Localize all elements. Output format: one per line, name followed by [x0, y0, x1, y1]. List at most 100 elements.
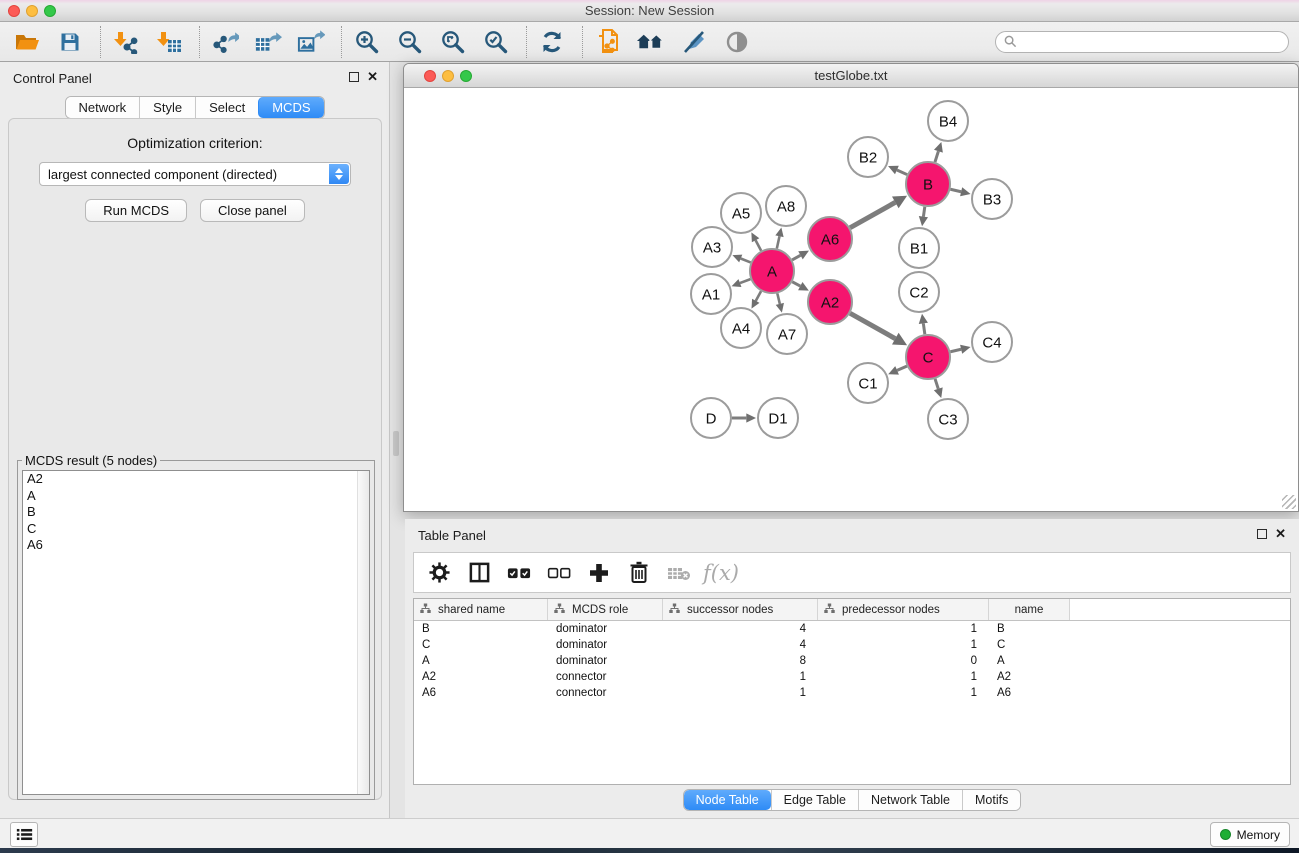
export-network-icon[interactable]: [210, 28, 239, 56]
import-table-icon[interactable]: [154, 28, 183, 56]
node-B3[interactable]: B3: [972, 179, 1012, 219]
node-D1[interactable]: D1: [758, 398, 798, 438]
open-folder-icon[interactable]: [12, 28, 41, 56]
edge-A-A1[interactable]: [732, 279, 751, 287]
add-column-icon[interactable]: [587, 561, 611, 585]
result-item[interactable]: C: [23, 521, 369, 538]
tab-style[interactable]: Style: [139, 97, 195, 118]
edge-A2-C[interactable]: [850, 313, 907, 345]
network-document-icon[interactable]: [593, 28, 622, 56]
node-B4[interactable]: B4: [928, 101, 968, 141]
tab-select[interactable]: Select: [195, 97, 258, 118]
column-header-MCDS-role[interactable]: MCDS role: [548, 599, 663, 620]
edge-C-C3[interactable]: [934, 379, 943, 398]
delete-column-icon[interactable]: [627, 561, 651, 585]
tab-node-table[interactable]: Node Table: [684, 790, 771, 810]
result-item[interactable]: A: [23, 488, 369, 505]
tab-network-table[interactable]: Network Table: [858, 790, 962, 810]
node-A2[interactable]: A2: [808, 280, 852, 324]
zoom-in-icon[interactable]: [352, 28, 381, 56]
edge-A-A6[interactable]: [792, 251, 809, 260]
result-item[interactable]: A6: [23, 537, 369, 554]
node-A1[interactable]: A1: [691, 274, 731, 314]
node-A3[interactable]: A3: [692, 227, 732, 267]
edge-D-D1[interactable]: [732, 413, 756, 422]
edge-A-A7[interactable]: [776, 293, 784, 312]
optimization-criterion-select[interactable]: largest connected component (directed): [39, 162, 351, 186]
deselect-all-icon[interactable]: [547, 561, 571, 585]
memory-button[interactable]: Memory: [1210, 822, 1290, 847]
show-graphics-icon[interactable]: [722, 28, 751, 56]
edge-A6-B[interactable]: [850, 196, 907, 228]
edge-B-B1[interactable]: [919, 207, 928, 226]
export-table-icon[interactable]: [253, 28, 282, 56]
table-settings-icon[interactable]: [427, 561, 451, 585]
result-item[interactable]: A2: [23, 471, 369, 488]
tab-network[interactable]: Network: [65, 97, 139, 118]
node-C4[interactable]: C4: [972, 322, 1012, 362]
network-canvas[interactable]: B4 B2 B B3 A5A8A6 B1 A3 A C2 A1 A2 A4A7 C4 C C1 C3 D D1: [404, 88, 1298, 511]
table-row[interactable]: A6connector11A6: [414, 685, 1290, 701]
edge-A-A2[interactable]: [792, 282, 809, 291]
tab-edge-table[interactable]: Edge Table: [771, 790, 858, 810]
close-panel-icon[interactable]: ✕: [367, 69, 378, 85]
table-row[interactable]: Cdominator41C: [414, 637, 1290, 653]
edge-A-A5[interactable]: [751, 232, 761, 250]
close-panel-button[interactable]: Close panel: [200, 199, 305, 222]
node-A4[interactable]: A4: [721, 308, 761, 348]
home-icon[interactable]: [636, 28, 665, 56]
mcds-result-list[interactable]: A2ABCA6: [22, 470, 370, 795]
node-C1[interactable]: C1: [848, 363, 888, 403]
zoom-out-icon[interactable]: [395, 28, 424, 56]
edge-C-C2[interactable]: [919, 314, 928, 334]
table-row[interactable]: Adominator80A: [414, 653, 1290, 669]
network-window-titlebar[interactable]: testGlobe.txt: [404, 64, 1298, 88]
tab-motifs[interactable]: Motifs: [962, 790, 1020, 810]
result-item[interactable]: B: [23, 504, 369, 521]
save-session-icon[interactable]: [55, 28, 84, 56]
node-A7[interactable]: A7: [767, 314, 807, 354]
table-float-panel-icon[interactable]: [1257, 529, 1267, 539]
run-mcds-button[interactable]: Run MCDS: [85, 199, 187, 222]
edge-B-B3[interactable]: [950, 187, 970, 196]
refresh-network-icon[interactable]: [537, 28, 566, 56]
node-C3[interactable]: C3: [928, 399, 968, 439]
splitter-handle[interactable]: [393, 431, 399, 456]
node-B[interactable]: B: [906, 162, 950, 206]
search-input[interactable]: [1022, 34, 1280, 49]
node-A5[interactable]: A5: [721, 193, 761, 233]
table-close-panel-icon[interactable]: ✕: [1275, 526, 1286, 542]
node-A[interactable]: A: [750, 249, 794, 293]
edge-C-C4[interactable]: [950, 345, 970, 354]
select-all-icon[interactable]: [507, 561, 531, 585]
edge-A-A8[interactable]: [775, 228, 783, 249]
import-network-icon[interactable]: [111, 28, 140, 56]
column-header-successor-nodes[interactable]: successor nodes: [663, 599, 818, 620]
node-D[interactable]: D: [691, 398, 731, 438]
hide-annotations-icon[interactable]: [679, 28, 708, 56]
edge-C-C1[interactable]: [888, 366, 907, 375]
show-panels-button[interactable]: [10, 822, 38, 847]
column-header-shared-name[interactable]: shared name: [414, 599, 548, 620]
node-C[interactable]: C: [906, 335, 950, 379]
window-resize-grip[interactable]: [1282, 495, 1296, 509]
search-box[interactable]: [995, 31, 1289, 53]
toggle-panel-icon[interactable]: [467, 561, 491, 585]
edge-A-A4[interactable]: [752, 291, 762, 308]
column-header-name[interactable]: name: [989, 599, 1070, 620]
export-image-icon[interactable]: [296, 28, 325, 56]
node-A8[interactable]: A8: [766, 186, 806, 226]
node-B2[interactable]: B2: [848, 137, 888, 177]
edge-B-B2[interactable]: [888, 166, 907, 175]
float-panel-icon[interactable]: [349, 72, 359, 82]
result-scrollbar[interactable]: [357, 471, 369, 794]
zoom-selected-icon[interactable]: [481, 28, 510, 56]
node-C2[interactable]: C2: [899, 272, 939, 312]
node-B1[interactable]: B1: [899, 228, 939, 268]
zoom-fit-icon[interactable]: [438, 28, 467, 56]
node-A6[interactable]: A6: [808, 217, 852, 261]
edge-B-B4[interactable]: [934, 142, 943, 162]
table-row[interactable]: A2connector11A2: [414, 669, 1290, 685]
column-header-predecessor-nodes[interactable]: predecessor nodes: [818, 599, 989, 620]
table-row[interactable]: Bdominator41B: [414, 621, 1290, 637]
